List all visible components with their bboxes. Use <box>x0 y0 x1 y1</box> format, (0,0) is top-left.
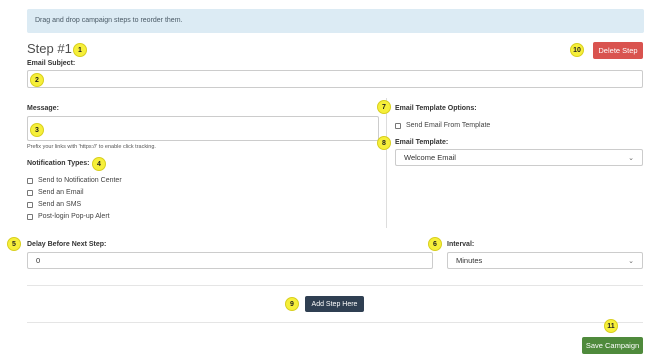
send-from-template-option[interactable]: Send Email From Template <box>395 122 490 129</box>
template-options-label: Email Template Options: <box>395 105 477 112</box>
message-textarea[interactable] <box>27 116 379 141</box>
notification-option-label: Send to Notification Center <box>38 177 122 184</box>
email-template-value: Welcome Email <box>404 153 456 162</box>
callout-badge-8: 8 <box>377 136 391 150</box>
checkbox[interactable] <box>395 122 401 129</box>
checkbox[interactable] <box>27 213 33 220</box>
callout-badge-7: 7 <box>377 100 391 114</box>
notification-option-center[interactable]: Send to Notification Center <box>27 177 122 184</box>
interval-label: Interval: <box>447 241 475 248</box>
send-from-template-label: Send Email From Template <box>406 122 491 129</box>
callout-badge-6: 6 <box>428 237 442 251</box>
callout-badge-2: 2 <box>30 73 44 87</box>
checkbox[interactable] <box>27 189 33 196</box>
checkbox[interactable] <box>27 201 33 208</box>
column-divider <box>386 98 387 228</box>
delay-label: Delay Before Next Step: <box>27 241 107 248</box>
notification-option-popup[interactable]: Post-login Pop-up Alert <box>27 213 110 220</box>
interval-value: Minutes <box>456 256 483 265</box>
footer-divider <box>27 322 643 323</box>
info-banner-text: Drag and drop campaign steps to reorder … <box>35 17 183 24</box>
callout-badge-9: 9 <box>285 297 299 311</box>
notification-option-label: Post-login Pop-up Alert <box>38 213 110 220</box>
email-subject-input[interactable] <box>27 70 643 88</box>
message-label: Message: <box>27 105 59 112</box>
notification-option-label: Send an SMS <box>38 201 82 208</box>
callout-badge-11: 11 <box>604 319 618 333</box>
info-banner: Drag and drop campaign steps to reorder … <box>27 9 644 33</box>
callout-badge-10: 10 <box>570 43 584 57</box>
callout-badge-3: 3 <box>30 123 44 137</box>
notification-option-email[interactable]: Send an Email <box>27 189 84 196</box>
checkbox[interactable] <box>27 177 33 184</box>
delete-step-button[interactable]: Delete Step <box>593 42 643 59</box>
email-template-label: Email Template: <box>395 139 449 146</box>
notification-option-label: Send an Email <box>38 189 84 196</box>
email-template-select[interactable]: Welcome Email ⌄ <box>395 149 643 166</box>
callout-badge-1: 1 <box>73 43 87 57</box>
section-divider <box>27 285 643 286</box>
notification-option-sms[interactable]: Send an SMS <box>27 201 81 208</box>
callout-badge-4: 4 <box>92 157 106 171</box>
save-campaign-button[interactable]: Save Campaign <box>582 337 643 354</box>
email-subject-label: Email Subject: <box>27 60 76 67</box>
message-help-text: Prefix your links with 'https://' to ena… <box>27 144 156 150</box>
callout-badge-5: 5 <box>7 237 21 251</box>
chevron-down-icon: ⌄ <box>628 257 634 265</box>
step-title: Step #1 <box>27 41 72 56</box>
chevron-down-icon: ⌄ <box>628 154 634 162</box>
add-step-button[interactable]: Add Step Here <box>305 296 364 312</box>
delay-input[interactable]: 0 <box>27 252 433 269</box>
interval-select[interactable]: Minutes ⌄ <box>447 252 643 269</box>
notification-types-label: Notification Types: <box>27 160 90 167</box>
